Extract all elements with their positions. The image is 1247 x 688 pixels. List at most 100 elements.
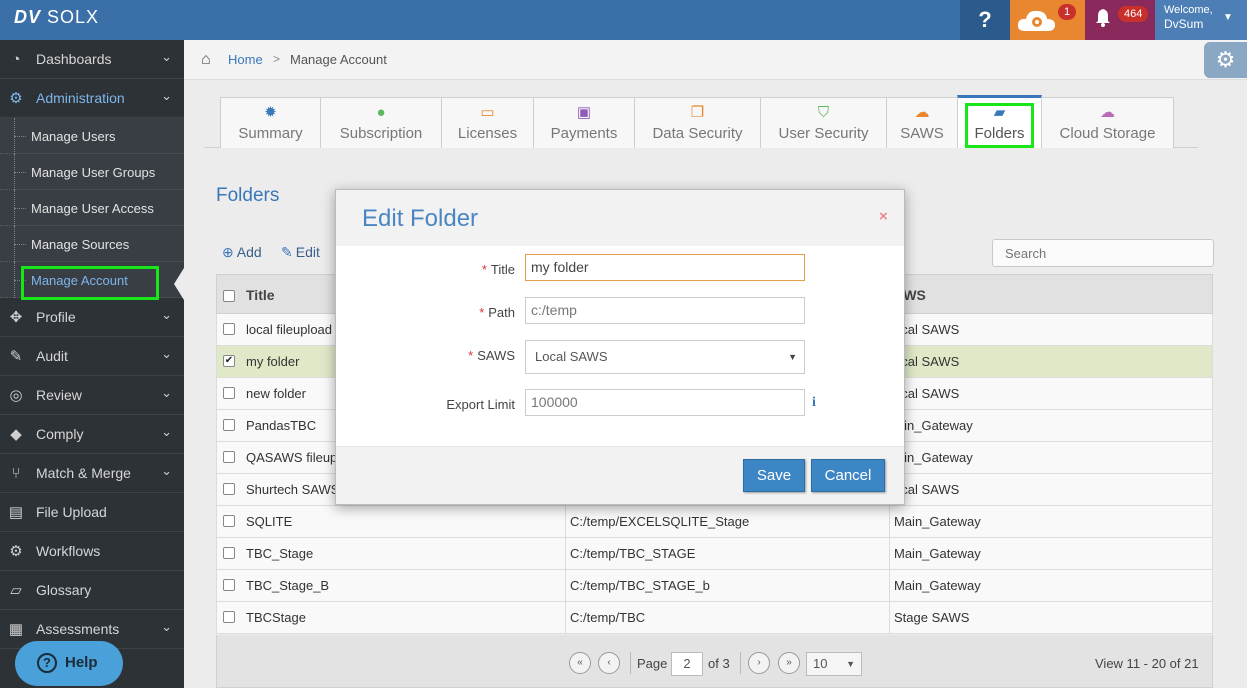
cloud-badge: 1	[1058, 4, 1077, 20]
target-icon: ◎	[9, 387, 23, 404]
sidebar-item-label: Administration	[36, 90, 125, 106]
sidebar-item-match-merge[interactable]: ⑂ Match & Merge ⌄	[0, 454, 184, 493]
settings-gear-button[interactable]: ⚙	[1204, 42, 1247, 78]
tab-subscription[interactable]: ● Subscription	[320, 97, 442, 148]
tab-licenses[interactable]: ▭ Licenses	[441, 97, 534, 148]
sidebar-subitem-label: Manage User Groups	[31, 165, 156, 180]
workflow-icon: ⚙	[9, 543, 23, 560]
cell-divider	[565, 538, 566, 570]
row-checkbox[interactable]	[223, 387, 235, 399]
cancel-button[interactable]: Cancel	[811, 459, 885, 492]
last-page-button[interactable]: »	[778, 652, 800, 674]
sidebar-item-label: Workflows	[36, 543, 101, 559]
dialog-title: Edit Folder	[362, 205, 479, 232]
sidebar-item-dashboards[interactable]: ◔ Dashboards ⌄	[0, 40, 184, 79]
sidebar-subitem-manage-user-access[interactable]: Manage User Access	[0, 190, 184, 226]
row-checkbox[interactable]	[223, 419, 235, 431]
prev-page-button[interactable]: ‹	[598, 652, 620, 674]
user-menu[interactable]: Welcome, DvSum ▼	[1155, 0, 1247, 40]
sidebar-item-administration[interactable]: ⚙ Administration ⌄	[0, 79, 184, 118]
folders-tab-highlight	[965, 103, 1034, 148]
notifications-button[interactable]: 464	[1085, 0, 1155, 40]
select-all-checkbox[interactable]	[223, 290, 235, 302]
save-button[interactable]: Save	[743, 459, 805, 492]
page-size-select[interactable]: 10 ▼	[806, 652, 862, 676]
add-button[interactable]: ⊕ Add	[222, 244, 262, 261]
next-page-button[interactable]: ›	[748, 652, 770, 674]
help-button[interactable]: ?	[960, 0, 1010, 40]
export-limit-field[interactable]: 100000	[525, 389, 805, 416]
tab-summary[interactable]: ✹ Summary	[220, 97, 321, 148]
sidebar-subitem-label: Manage Sources	[31, 237, 130, 252]
row-checkbox[interactable]	[223, 483, 235, 495]
row-checkbox[interactable]	[223, 547, 235, 559]
table-row[interactable]: TBC_Stage C:/temp/TBC_STAGE Main_Gateway	[216, 538, 1213, 570]
help-widget-button[interactable]: ? Help	[15, 641, 123, 686]
sidebar-item-audit[interactable]: ✎ Audit ⌄	[0, 337, 184, 376]
table-row[interactable]: TBC_Stage_B C:/temp/TBC_STAGE_b Main_Gatew…	[216, 570, 1213, 602]
question-icon: ?	[978, 7, 992, 32]
sidebar-item-workflows[interactable]: ⚙ Workflows	[0, 532, 184, 571]
cell-path: C:/temp/TBC	[570, 610, 646, 625]
breadcrumb-home-link[interactable]: Home	[228, 52, 263, 67]
pencil-icon: ✎	[281, 244, 293, 260]
copy-icon: ❐	[690, 104, 705, 121]
edit-folder-dialog: Edit Folder × * Title my folder * Path c:/…	[335, 189, 905, 505]
sidebar: ◔ Dashboards ⌄ ⚙ Administration ⌄ Manage…	[0, 40, 184, 688]
row-checkbox[interactable]	[223, 515, 235, 527]
sidebar-item-label: Glossary	[36, 582, 92, 598]
cell-divider	[889, 602, 890, 634]
chevron-down-icon: ⌄	[161, 346, 172, 361]
crosshair-icon: ✥	[9, 309, 23, 326]
sidebar-item-label: Comply	[36, 426, 84, 442]
row-checkbox[interactable]: ✔	[223, 355, 235, 367]
logo-mark: DV	[14, 7, 42, 27]
sun-icon: ✹	[264, 104, 277, 121]
chevron-down-icon: ⌄	[161, 463, 172, 478]
cell-title: my folder	[246, 354, 300, 369]
saws-select[interactable]: Local SAWS ▼	[525, 340, 805, 374]
cell-title: Shurtech SAWS	[246, 482, 340, 497]
tree-line	[14, 136, 26, 137]
sidebar-item-comply[interactable]: ◆ Comply ⌄	[0, 415, 184, 454]
tab-label: Payments	[550, 125, 618, 142]
table-row[interactable]: SQLITE C:/temp/EXCELSQLITE_Stage Main_Gate…	[216, 506, 1213, 538]
column-header-title[interactable]: Title	[246, 287, 275, 303]
tab-user-security[interactable]: ⛉ User Security	[760, 97, 887, 148]
info-icon[interactable]: i	[812, 395, 816, 411]
title-field[interactable]: my folder	[525, 254, 805, 281]
chevron-down-icon: ⌄	[161, 424, 172, 439]
user-name: DvSum	[1164, 17, 1204, 31]
saws-status-button[interactable]: 1	[1010, 0, 1085, 40]
close-icon[interactable]: ×	[879, 208, 888, 225]
row-checkbox[interactable]	[223, 579, 235, 591]
page-number-input[interactable]: 2	[671, 652, 703, 676]
title-field-label: * Title	[355, 262, 515, 277]
logo-text: SOLX	[47, 7, 100, 27]
sidebar-subitem-manage-user-groups[interactable]: Manage User Groups	[0, 154, 184, 190]
table-row[interactable]: TBCStage C:/temp/TBC Stage SAWS	[216, 602, 1213, 634]
path-field[interactable]: c:/temp	[525, 297, 805, 324]
sidebar-item-profile[interactable]: ✥ Profile ⌄	[0, 298, 184, 337]
row-checkbox[interactable]	[223, 323, 235, 335]
sidebar-item-review[interactable]: ◎ Review ⌄	[0, 376, 184, 415]
home-icon[interactable]: ⌂	[201, 51, 211, 69]
sidebar-item-glossary[interactable]: ▱ Glossary	[0, 571, 184, 610]
edit-button[interactable]: ✎ Edit	[281, 244, 320, 261]
chevron-down-icon: ⌄	[161, 49, 172, 64]
search-input[interactable]	[992, 239, 1214, 267]
tab-cloud-storage[interactable]: ☁ Cloud Storage	[1041, 97, 1174, 148]
sidebar-subitem-manage-sources[interactable]: Manage Sources	[0, 226, 184, 262]
first-page-button[interactable]: «	[569, 652, 591, 674]
tab-saws[interactable]: ☁ SAWS	[886, 97, 958, 148]
row-checkbox[interactable]	[223, 611, 235, 623]
cell-title: TBC_Stage_B	[246, 578, 330, 593]
tab-payments[interactable]: ▣ Payments	[533, 97, 635, 148]
sidebar-subitem-manage-users[interactable]: Manage Users	[0, 118, 184, 154]
sidebar-item-label: Profile	[36, 309, 76, 325]
cell-saws: Main_Gateway	[894, 546, 981, 561]
tab-data-security[interactable]: ❐ Data Security	[634, 97, 761, 148]
app-logo[interactable]: DV SOLX	[14, 7, 99, 28]
sidebar-item-file-upload[interactable]: ▤ File Upload	[0, 493, 184, 532]
row-checkbox[interactable]	[223, 451, 235, 463]
